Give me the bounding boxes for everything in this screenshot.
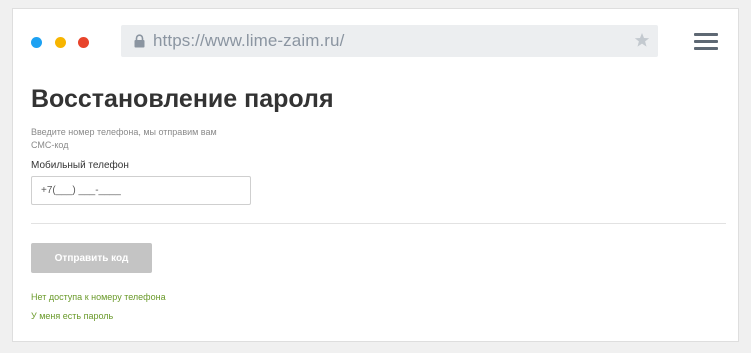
address-bar[interactable]: https://www.lime-zaim.ru/ [121,25,658,57]
page-title: Восстановление пароля [31,85,334,113]
window-dot-red[interactable] [78,37,89,48]
browser-window: https://www.lime-zaim.ru/ Восстановление… [12,8,739,342]
send-code-button[interactable]: Отправить код [31,243,152,273]
have-password-link[interactable]: У меня есть пароль [31,311,113,321]
browser-toolbar: https://www.lime-zaim.ru/ [13,9,738,71]
menu-bar [694,33,718,36]
window-dot-blue[interactable] [31,37,42,48]
menu-bar [694,47,718,50]
hamburger-menu-icon[interactable] [694,33,718,51]
phone-input[interactable] [31,176,251,205]
url-text[interactable]: https://www.lime-zaim.ru/ [153,31,344,51]
no-phone-access-link[interactable]: Нет доступа к номеру телефона [31,292,166,302]
menu-bar [694,40,718,43]
divider [31,223,726,224]
phone-label: Мобильный телефон [31,160,129,171]
lock-icon [134,34,145,48]
star-icon[interactable] [634,32,650,48]
window-dot-yellow[interactable] [55,37,66,48]
hint-text: Введите номер телефона, мы отправим вам … [31,127,217,150]
